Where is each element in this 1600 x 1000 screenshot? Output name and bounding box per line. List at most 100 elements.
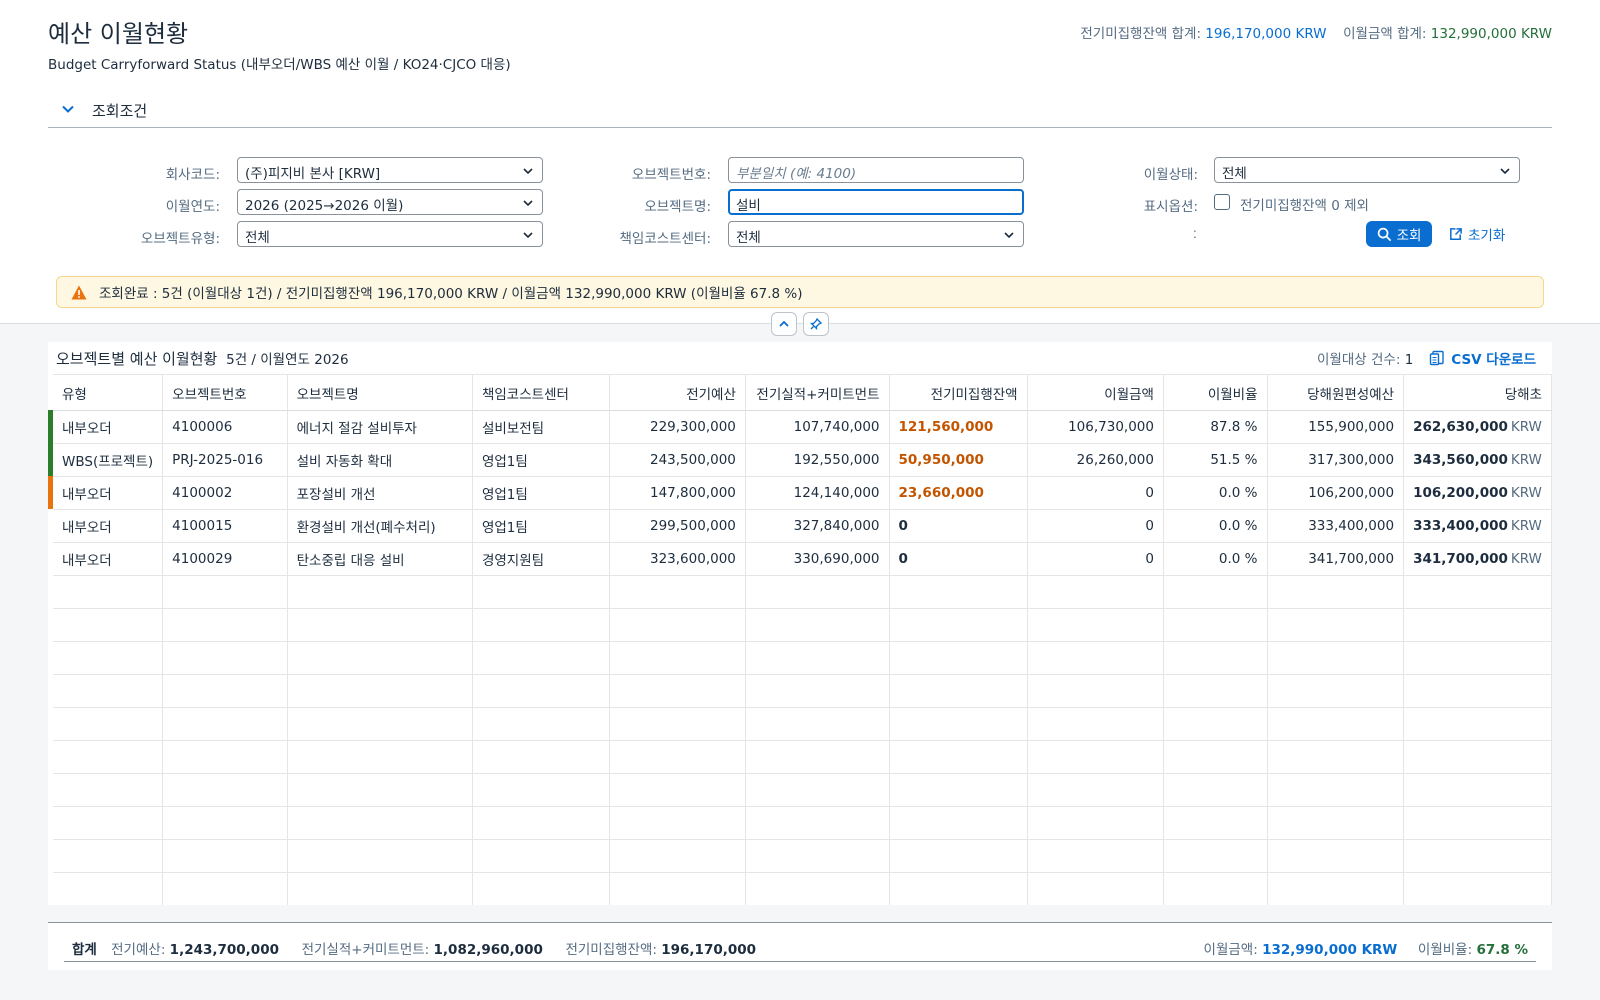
- table-row[interactable]: 내부오더 4100015 환경설비 개선(폐수처리) 영업1팀 299,500,000 3…: [53, 509, 1552, 543]
- total-unspent-label: 전기미집행잔액:: [565, 942, 657, 958]
- total-ratio-label: 이월비율:: [1417, 942, 1473, 958]
- empty-cell: [472, 641, 610, 675]
- cell-type: 내부오더: [53, 410, 164, 444]
- empty-cell: [1403, 872, 1552, 905]
- col-header-prev-budget[interactable]: 전기예산: [609, 374, 746, 411]
- empty-cell: [162, 608, 288, 642]
- col-header-current[interactable]: 당해초: [1403, 374, 1552, 411]
- empty-cell: [53, 740, 164, 774]
- page-subtitle: Budget Carryforward Status (내부오더/WBS 예산 …: [48, 57, 511, 73]
- search-button[interactable]: 조회: [1366, 221, 1432, 247]
- cell-carry: 0: [1027, 542, 1164, 576]
- kpi-unspent-value: 196,170,000 KRW: [1205, 26, 1327, 42]
- col-header-type[interactable]: 유형: [53, 374, 164, 411]
- carry-year-select[interactable]: 2026 (2025→2026 이월): [237, 189, 543, 215]
- chevron-down-icon: [1500, 168, 1510, 175]
- table-header-row: 유형 오브젝트번호 오브젝트명 책임코스트센터 전기예산 전기실적+커미트먼트 …: [53, 374, 1552, 411]
- empty-cell: [472, 740, 610, 774]
- cell-cost-center: 영업1팀: [472, 476, 610, 510]
- cell-cost-center: 영업1팀: [472, 509, 610, 543]
- csv-download-button[interactable]: CSV 다운로드: [1429, 348, 1536, 368]
- empty-cell: [745, 641, 890, 675]
- totals-left: 합계 전기예산: 1,243,700,000 전기실적+커미트먼트: 1,082…: [72, 938, 756, 958]
- empty-cell: [287, 575, 473, 609]
- company-code-select[interactable]: (주)피지비 본사 [KRW]: [237, 157, 543, 183]
- csv-download-label: CSV 다운로드: [1451, 352, 1536, 368]
- reset-button-label: 초기화: [1468, 228, 1506, 244]
- cell-type: 내부오더: [53, 476, 164, 510]
- cell-prev-budget: 299,500,000: [609, 509, 746, 543]
- carry-status-select[interactable]: 전체: [1214, 157, 1520, 183]
- empty-cell: [1403, 608, 1552, 642]
- exclude-zero-checkbox-label[interactable]: 전기미집행잔액 0 제외: [1240, 194, 1369, 214]
- cell-object-no: 4100015: [162, 509, 288, 543]
- cost-center-label: 책임코스트센터:: [619, 231, 712, 247]
- empty-cell: [889, 575, 1028, 609]
- table-row[interactable]: WBS(프로젝트) PRJ-2025-016 설비 자동화 확대 영업1팀 243,50…: [53, 443, 1552, 477]
- exclude-zero-checkbox[interactable]: [1214, 194, 1230, 210]
- empty-cell: [889, 839, 1028, 873]
- message-strip: 조회완료 : 5건 (이월대상 1건) / 전기미집행잔액 196,170,00…: [56, 276, 1544, 308]
- col-header-object-name[interactable]: 오브젝트명: [287, 374, 473, 411]
- empty-cell: [609, 740, 746, 774]
- empty-cell: [472, 806, 610, 840]
- empty-cell: [889, 608, 1028, 642]
- col-header-object-no[interactable]: 오브젝트번호: [162, 374, 288, 411]
- empty-cell: [1267, 839, 1405, 873]
- col-header-prev-actual[interactable]: 전기실적+커미트먼트: [745, 374, 890, 411]
- table-row[interactable]: 내부오더 4100006 에너지 절감 설비투자 설비보전팀 229,300,000 10…: [53, 410, 1552, 444]
- empty-cell: [472, 872, 610, 905]
- empty-cell: [1403, 806, 1552, 840]
- empty-table-row: [53, 773, 1552, 807]
- cell-ratio: 0.0 %: [1163, 509, 1268, 543]
- reset-icon: [1450, 227, 1462, 240]
- table-row[interactable]: 내부오더 4100029 탄소중립 대응 설비 경영지원팀 323,600,000 330…: [53, 542, 1552, 576]
- empty-cell: [1027, 806, 1164, 840]
- empty-cell: [1267, 674, 1405, 708]
- empty-cell: [1163, 608, 1268, 642]
- empty-cell: [472, 839, 610, 873]
- empty-cell: [609, 773, 746, 807]
- carry-status-label: 이월상태:: [1143, 167, 1198, 183]
- empty-cell: [1267, 641, 1405, 675]
- cost-center-select[interactable]: 전체: [728, 221, 1024, 247]
- empty-cell: [1163, 839, 1268, 873]
- cell-unspent: 23,660,000: [889, 476, 1028, 510]
- object-number-input[interactable]: 부분일치 (예: 4100): [728, 157, 1024, 183]
- col-header-unspent[interactable]: 전기미집행잔액: [889, 374, 1028, 411]
- empty-cell: [609, 839, 746, 873]
- filter-bar-title[interactable]: 조회조건: [92, 100, 147, 121]
- chevron-down-icon: [523, 232, 533, 239]
- pin-header-button[interactable]: [803, 312, 829, 336]
- empty-cell: [1027, 740, 1164, 774]
- reset-button[interactable]: 초기화: [1448, 221, 1505, 247]
- table-row[interactable]: 내부오더 4100002 포장설비 개선 영업1팀 147,800,000 124,140…: [53, 476, 1552, 510]
- empty-cell: [609, 872, 746, 905]
- cell-orig-budget: 341,700,000: [1267, 542, 1405, 576]
- empty-cell: [889, 641, 1028, 675]
- cell-cost-center: 경영지원팀: [472, 542, 610, 576]
- cell-object-name: 설비 자동화 확대: [287, 443, 473, 477]
- empty-cell: [609, 608, 746, 642]
- message-text: 조회완료 : 5건 (이월대상 1건) / 전기미집행잔액 196,170,00…: [99, 286, 803, 302]
- empty-cell: [1267, 773, 1405, 807]
- collapse-header-button[interactable]: [771, 312, 797, 336]
- carry-status-value: 전체: [1222, 166, 1247, 182]
- total-actual-label: 전기실적+커미트먼트:: [301, 942, 430, 958]
- col-header-cost-center[interactable]: 책임코스트센터: [472, 374, 610, 411]
- carry-target-value: 1: [1404, 352, 1414, 368]
- empty-table-row: [53, 872, 1552, 905]
- object-name-input[interactable]: 설비: [728, 189, 1024, 215]
- cell-carry: 106,730,000: [1027, 410, 1164, 444]
- total-prev-budget-label: 전기예산:: [111, 942, 166, 958]
- page-title: 예산 이월현황: [48, 20, 189, 48]
- col-header-carry[interactable]: 이월금액: [1027, 374, 1164, 411]
- empty-cell: [162, 773, 288, 807]
- empty-cell: [472, 707, 610, 741]
- object-type-select[interactable]: 전체: [237, 221, 543, 247]
- empty-cell: [287, 806, 473, 840]
- col-header-orig-budget[interactable]: 당해원편성예산: [1267, 374, 1405, 411]
- col-header-ratio[interactable]: 이월비율: [1163, 374, 1268, 411]
- cell-prev-actual: 107,740,000: [745, 410, 890, 444]
- chevron-down-icon[interactable]: [60, 101, 76, 117]
